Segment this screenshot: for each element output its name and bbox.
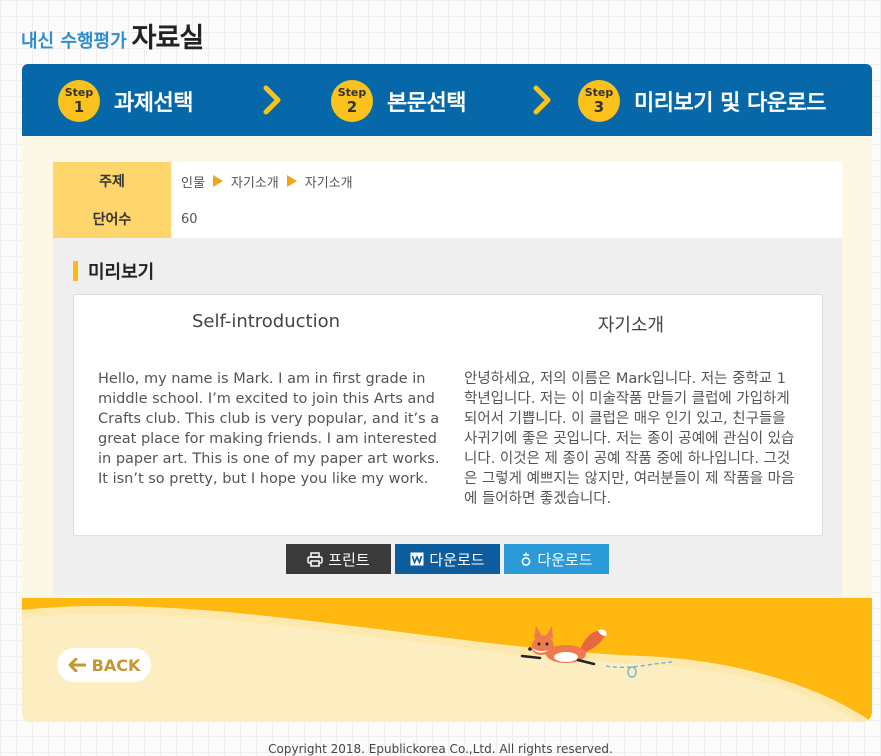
printer-icon <box>307 551 324 567</box>
step-1-label: 과제선택 <box>114 91 193 116</box>
step-3[interactable]: Step 3 미리보기 및 다운로드 <box>578 80 826 122</box>
preview-card: Self-introduction Hello, my name is Mark… <box>73 294 823 536</box>
step-1[interactable]: Step 1 과제선택 <box>58 80 193 122</box>
step-bar: Step 1 과제선택 Step 2 본문선택 Step 3 미리보기 및 다운… <box>22 64 872 136</box>
print-label: 프린트 <box>328 551 370 569</box>
korean-title: 자기소개 <box>597 315 665 336</box>
topic-path-2: 자기소개 <box>230 175 279 191</box>
topic-header: 주제 <box>53 162 171 200</box>
word-count-header: 단어수 <box>53 200 171 238</box>
hwp-download-button[interactable]: 다운로드 <box>504 544 609 574</box>
print-button[interactable]: 프린트 <box>286 544 391 574</box>
step-2-badge: Step 2 <box>331 80 373 122</box>
hwp-download-label: 다운로드 <box>537 551 593 569</box>
topic-path-3: 자기소개 <box>304 175 353 191</box>
word-count-value: 60 <box>181 211 198 227</box>
content-panel: 주제 인물 자기소개 자기소개 단어수 60 미리보기 Self-introdu… <box>22 136 872 722</box>
topic-breadcrumb: 인물 자기소개 자기소개 <box>171 162 353 200</box>
page-subtitle: 내신 수행평가 <box>21 31 127 52</box>
preview-section: 미리보기 Self-introduction Hello, my name is… <box>53 238 842 595</box>
heading-bar <box>73 261 78 281</box>
preview-title: 미리보기 <box>88 262 155 283</box>
korean-text: 안녕하세요, 저의 이름은 Mark입니다. 저는 중학교 1학년입니다. 저는… <box>464 371 795 507</box>
fox-illustration <box>520 626 673 678</box>
triangle-right-icon <box>286 175 297 187</box>
word-count-row: 단어수 60 <box>53 200 842 238</box>
preview-heading: 미리보기 <box>73 258 154 284</box>
step-2-label: 본문선택 <box>387 91 466 116</box>
hwp-doc-icon <box>520 552 532 567</box>
english-title: Self-introduction <box>191 311 341 332</box>
english-text: Hello, my name is Mark. I am in first gr… <box>98 371 440 487</box>
chevron-right-icon <box>533 85 551 115</box>
topic-row: 주제 인물 자기소개 자기소개 <box>53 162 842 200</box>
page-title: 내신 수행평가 자료실 <box>21 16 205 55</box>
word-doc-icon <box>410 552 424 566</box>
step-1-badge: Step 1 <box>58 80 100 122</box>
step-3-label: 미리보기 및 다운로드 <box>634 91 826 116</box>
triangle-right-icon <box>212 175 223 187</box>
word-download-button[interactable]: 다운로드 <box>395 544 500 574</box>
page-heading: 자료실 <box>131 23 205 54</box>
action-buttons: 프린트 다운로드 다운로드 <box>286 544 609 574</box>
step-2[interactable]: Step 2 본문선택 <box>331 80 466 122</box>
arrow-left-icon <box>68 658 86 672</box>
topic-path-1: 인물 <box>181 175 205 191</box>
back-label: BACK <box>91 655 141 675</box>
chevron-right-icon <box>263 85 281 115</box>
step-3-badge: Step 3 <box>578 80 620 122</box>
back-button[interactable]: BACK <box>57 648 151 682</box>
word-download-label: 다운로드 <box>429 551 485 569</box>
